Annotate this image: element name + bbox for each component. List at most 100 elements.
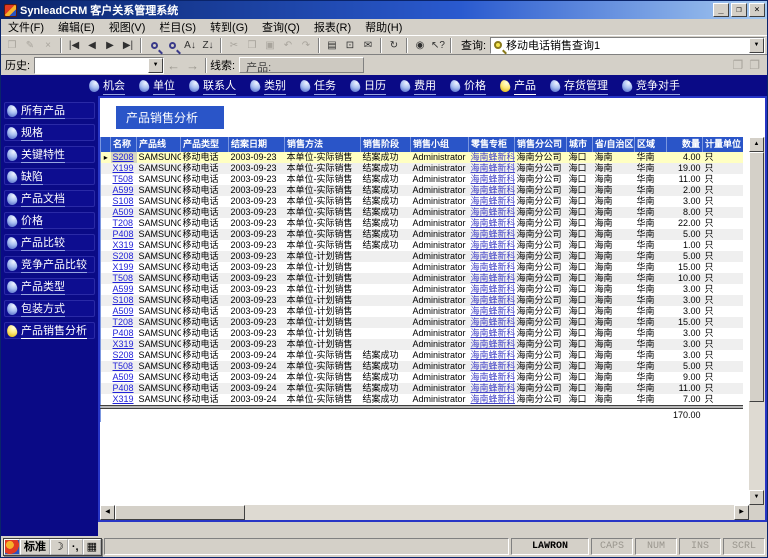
retail-counter-link[interactable]: 海南蜂新科 [471,284,515,294]
product-name-link[interactable]: T208 [113,218,134,228]
sidebar-item-2[interactable]: 关键特性 [4,146,95,163]
product-name-link[interactable]: X319 [113,339,134,349]
product-name-link[interactable]: T508 [113,174,134,184]
table-row-19[interactable]: T508SAMSUNG移动电话2003-09-24本单位-实际销售结案成功Adm… [101,361,743,372]
tab-2[interactable]: 联系人 [189,77,236,95]
table-row-10[interactable]: X199SAMSUNG移动电话2003-09-23本单位-计划销售Adminis… [101,262,743,273]
retail-counter-link[interactable]: 海南蜂新科 [471,240,515,250]
row-selector[interactable] [101,317,111,328]
sidebar-item-10[interactable]: 产品销售分析 [4,322,95,339]
horizontal-scroll-thumb[interactable] [115,505,245,520]
tab-5[interactable]: 日历 [350,77,386,95]
tab-10[interactable]: 竞争对手 [622,77,680,95]
row-selector[interactable] [101,372,111,383]
forward-icon[interactable]: → [183,58,202,73]
preview-icon[interactable] [163,37,181,54]
close-button[interactable]: × [749,3,765,17]
retail-counter-link[interactable]: 海南蜂新科 [471,273,515,283]
mail-send-icon[interactable]: ✉ [359,37,377,54]
product-name-link[interactable]: A599 [113,185,134,195]
retail-counter-link[interactable]: 海南蜂新科 [471,196,515,206]
retail-counter-link[interactable]: 海南蜂新科 [471,383,515,393]
table-row-17[interactable]: X319SAMSUNG移动电话2003-09-23本单位-计划销售Adminis… [101,339,743,350]
product-name-link[interactable]: P408 [113,229,134,239]
product-name-link[interactable]: A599 [113,284,134,294]
sidebar-item-6[interactable]: 产品比较 [4,234,95,251]
retail-counter-link[interactable]: 海南蜂新科 [471,306,515,316]
column-header-11[interactable]: 区域 [635,137,667,152]
table-row-2[interactable]: T508SAMSUNG移动电话2003-09-23本单位-实际销售结案成功Adm… [101,174,743,185]
sidebar-item-0[interactable]: 所有产品 [4,102,95,119]
product-name-link[interactable]: A509 [113,372,134,382]
history-combobox[interactable]: ▼ [34,57,164,74]
column-header-10[interactable]: 省/自治区 [593,137,635,152]
product-name-link[interactable]: T508 [113,273,134,283]
print-icon[interactable]: ▤ [323,37,341,54]
menu-item-7[interactable]: 帮助(H) [358,18,409,36]
table-row-11[interactable]: T508SAMSUNG移动电话2003-09-23本单位-计划销售Adminis… [101,273,743,284]
ime-punctuation-icon[interactable]: ·, [68,539,83,555]
horizontal-scrollbar[interactable]: ◀ ▶ [100,505,765,520]
product-name-link[interactable]: X319 [113,394,134,404]
table-row-8[interactable]: X319SAMSUNG移动电话2003-09-23本单位-实际销售结案成功Adm… [101,240,743,251]
retail-counter-link[interactable]: 海南蜂新科 [471,152,515,162]
sidebar-item-9[interactable]: 包装方式 [4,300,95,317]
table-row-21[interactable]: P408SAMSUNG移动电话2003-09-24本单位-实际销售结案成功Adm… [101,383,743,394]
row-selector[interactable] [101,240,111,251]
vertical-scrollbar[interactable]: ▲ ▼ [749,137,765,505]
column-header-7[interactable]: 零售专柜 [469,137,515,152]
search-icon[interactable] [145,37,163,54]
retail-counter-link[interactable]: 海南蜂新科 [471,328,515,338]
last-record-icon[interactable]: ▶| [119,37,137,54]
row-selector[interactable] [101,383,111,394]
column-header-2[interactable]: 产品类型 [181,137,229,152]
retail-counter-link[interactable]: 海南蜂新科 [471,207,515,217]
sidebar-item-7[interactable]: 竞争产品比较 [4,256,95,273]
column-header-4[interactable]: 销售方法 [285,137,361,152]
ime-softkeyboard-icon[interactable]: ▦ [83,539,101,555]
first-record-icon[interactable]: |◀ [65,37,83,54]
retail-counter-link[interactable]: 海南蜂新科 [471,185,515,195]
table-row-4[interactable]: S108SAMSUNG移动电话2003-09-23本单位-实际销售结案成功Adm… [101,196,743,207]
tab-6[interactable]: 费用 [400,77,436,95]
product-name-link[interactable]: T208 [113,317,134,327]
table-row-3[interactable]: A599SAMSUNG移动电话2003-09-23本单位-实际销售结案成功Adm… [101,185,743,196]
scroll-up-icon[interactable]: ▲ [749,137,764,152]
table-row-15[interactable]: T208SAMSUNG移动电话2003-09-23本单位-计划销售Adminis… [101,317,743,328]
tab-1[interactable]: 单位 [139,77,175,95]
history-input[interactable] [35,59,148,72]
row-selector[interactable] [101,262,111,273]
column-header-0[interactable]: 名称 [111,137,137,152]
row-selector[interactable] [101,174,111,185]
row-selector[interactable] [101,328,111,339]
product-name-link[interactable]: X199 [113,262,134,272]
table-row-20[interactable]: A509SAMSUNG移动电话2003-09-24本单位-实际销售结案成功Adm… [101,372,743,383]
table-row-0[interactable]: ▸S208SAMSUNG移动电话2003-09-23本单位-实际销售结案成功Ad… [101,152,743,163]
prev-record-icon[interactable]: ◀ [83,37,101,54]
tab-7[interactable]: 价格 [450,77,486,95]
retail-counter-link[interactable]: 海南蜂新科 [471,372,515,382]
scroll-right-icon[interactable]: ▶ [734,505,749,520]
menu-item-6[interactable]: 报表(R) [307,18,358,36]
retail-counter-link[interactable]: 海南蜂新科 [471,229,515,239]
row-selector[interactable] [101,350,111,361]
row-selector[interactable] [101,273,111,284]
product-name-link[interactable]: A509 [113,306,134,316]
table-row-6[interactable]: T208SAMSUNG移动电话2003-09-23本单位-实际销售结案成功Adm… [101,218,743,229]
tab-8[interactable]: 产品 [500,77,536,95]
row-selector[interactable] [101,185,111,196]
column-header-1[interactable]: 产品线 [137,137,181,152]
menu-item-3[interactable]: 栏目(S) [152,18,203,36]
product-name-link[interactable]: P408 [113,328,134,338]
sidebar-item-8[interactable]: 产品类型 [4,278,95,295]
retail-counter-link[interactable]: 海南蜂新科 [471,163,515,173]
table-row-14[interactable]: A509SAMSUNG移动电话2003-09-23本单位-计划销售Adminis… [101,306,743,317]
table-row-13[interactable]: S108SAMSUNG移动电话2003-09-23本单位-计划销售Adminis… [101,295,743,306]
table-row-9[interactable]: S208SAMSUNG移动电话2003-09-23本单位-计划销售Adminis… [101,251,743,262]
product-name-link[interactable]: A509 [113,207,134,217]
scroll-left-icon[interactable]: ◀ [100,505,115,520]
column-header-6[interactable]: 销售小组 [411,137,469,152]
scroll-down-icon[interactable]: ▼ [749,490,764,505]
query-dropdown-button[interactable]: ▼ [749,38,764,53]
retail-counter-link[interactable]: 海南蜂新科 [471,339,515,349]
